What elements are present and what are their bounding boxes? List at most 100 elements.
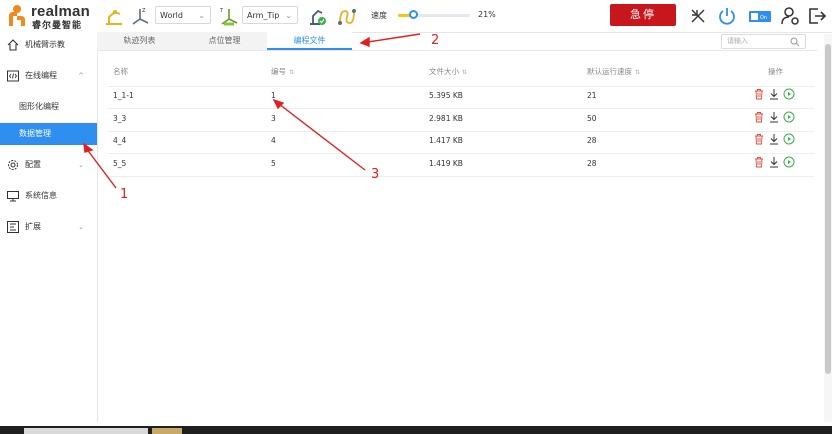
taskbar-search-box[interactable] [24,428,148,434]
download-icon[interactable] [768,156,780,168]
logo-mark-icon [9,5,25,26]
sidebar-item-arm-teach[interactable]: 机械臂示教 [0,34,97,56]
speed-value: 21% [478,10,496,19]
play-icon[interactable] [783,156,795,168]
annotation-label-1: 1 [120,187,129,202]
row-actions [753,133,813,147]
logout-icon[interactable] [806,5,828,27]
svg-text:On: On [760,15,767,21]
emergency-stop-button[interactable]: 急停 [610,4,676,26]
speed-slider-handle[interactable] [409,10,419,19]
sidebar-item-config[interactable]: 配置 ⌄ [0,154,97,176]
sort-icon[interactable]: ⇅ [635,69,640,76]
cell-id: 4 [271,136,276,145]
column-header-speed[interactable]: 默认运行速度 ⇅ [587,64,640,86]
cell-id: 3 [271,113,276,123]
power-icon[interactable] [716,5,738,27]
svg-text:T: T [219,8,224,14]
search-input[interactable]: 请输入 [721,34,806,49]
sidebar-item-label: 系统信息 [25,191,57,200]
sidebar-item-label: 数据管理 [19,129,51,138]
table-row: 3_3 3 2.981 KB 50 [107,109,814,132]
svg-text:Z: Z [142,8,146,14]
download-icon[interactable] [768,88,780,100]
collapse-arrows-icon[interactable] [687,5,709,27]
search-placeholder: 请输入 [727,37,748,45]
cell-speed: 21 [587,91,597,100]
download-icon[interactable] [768,133,780,145]
trajectory-icon[interactable] [336,5,358,27]
sidebar-item-label: 扩展 [25,222,41,231]
annotation-label-3: 3 [371,167,380,182]
tool-select[interactable]: Arm_Tip ⌄ [242,6,298,24]
os-taskbar [0,426,832,434]
sidebar-item-data-management[interactable]: 数据管理 [0,123,97,145]
chevron-up-icon: ^ [78,72,84,80]
cell-size: 5.395 KB [429,91,463,100]
sort-icon[interactable]: ⇅ [462,69,467,76]
cell-speed: 50 [587,113,597,123]
sidebar-item-label: 配置 [25,160,41,169]
vertical-scrollbar[interactable] [824,34,832,422]
delete-icon[interactable] [753,88,765,100]
delete-icon[interactable] [753,133,765,145]
coordinate-frame-icon: Z [132,8,149,25]
cell-size: 2.981 KB [429,113,463,123]
cell-name: 4_4 [113,136,127,145]
delete-icon[interactable] [753,156,765,168]
power-toggle-icon[interactable]: On [748,5,772,27]
table-row: 1_1-1 1 5.395 KB 21 [107,86,814,109]
annotation-label-2: 2 [431,33,440,48]
robot-arm-yellow-icon[interactable] [103,5,125,27]
chevron-down-icon: ⌄ [78,223,84,231]
cell-id: 5 [271,158,276,168]
user-settings-icon[interactable] [779,5,801,27]
download-icon[interactable] [768,111,780,123]
sidebar-item-label: 在线编程 [25,71,57,80]
row-actions [753,156,813,170]
table-header: 名称 编号 ⇅ 文件大小 ⇅ 默认运行速度 ⇅ 操作 [107,64,814,87]
cell-speed: 28 [587,158,597,168]
scrollbar-thumb[interactable] [825,44,831,374]
robot-status-ok-icon[interactable] [306,5,328,27]
play-icon[interactable] [783,133,795,145]
column-header-id[interactable]: 编号 ⇅ [271,64,294,86]
speed-label: 速度 [371,11,387,20]
tab-point-management[interactable]: 点位管理 [182,32,267,50]
sidebar-item-label: 图形化编程 [19,102,59,111]
column-header-size[interactable]: 文件大小 ⇅ [429,64,467,86]
cell-name: 5_5 [113,158,127,168]
cell-name: 1_1-1 [113,91,134,100]
row-actions [753,111,813,125]
sidebar-item-extensions[interactable]: 扩展 ⌄ [0,216,97,238]
sidebar-item-online-programming[interactable]: 在线编程 ^ [0,65,97,87]
sidebar-item-label: 机械臂示教 [25,40,65,49]
brand-subtitle: 睿尔曼智能 [32,21,83,31]
coordinate-system-value: World [160,11,183,20]
sidebar: 机械臂示教 在线编程 ^ 图形化编程 数据管理 配置 ⌄ 系统信息 扩展 ⌄ [0,32,98,422]
cell-speed: 28 [587,136,597,145]
coordinate-system-select[interactable]: World ⌄ [155,6,211,24]
extension-icon [7,221,19,233]
delete-icon[interactable] [753,111,765,123]
sidebar-item-system-info[interactable]: 系统信息 [0,185,97,207]
speed-slider[interactable] [398,10,470,19]
cell-id: 1 [271,91,276,100]
cell-name: 3_3 [113,113,127,123]
play-icon[interactable] [783,111,795,123]
sidebar-item-graphical-programming[interactable]: 图形化编程 [0,96,97,118]
taskbar-app-icon[interactable] [152,428,182,434]
chevron-down-icon: ⌄ [285,11,292,20]
row-actions [753,88,813,102]
tab-program-files[interactable]: 编程文件 [267,32,352,50]
tab-trajectory-list[interactable]: 轨迹列表 [97,32,182,50]
table-row: 4_4 4 1.417 KB 28 [107,131,814,154]
top-toolbar: realman 睿尔曼智能 Z World ⌄ T Arm_Tip ⌄ 速度 2… [0,0,832,33]
code-icon [7,70,19,82]
sort-icon[interactable]: ⇅ [289,69,294,76]
tool-value: Arm_Tip [247,11,280,20]
home-icon [7,39,19,51]
chevron-down-icon: ⌄ [78,161,84,169]
play-icon[interactable] [783,88,795,100]
tab-bar: 轨迹列表 点位管理 编程文件 [97,32,817,51]
